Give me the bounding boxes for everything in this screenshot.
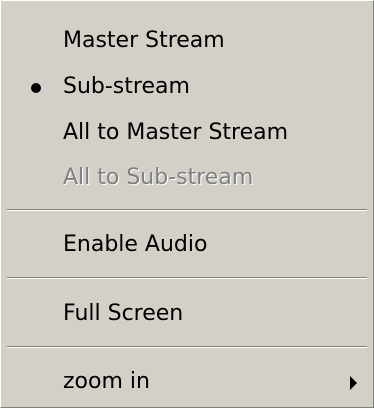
menu-item-label: Sub-stream (63, 74, 190, 99)
menu-item-label: All to Sub-stream (63, 165, 254, 190)
menu-separator (7, 277, 367, 279)
context-menu: Master Stream Sub-stream All to Master S… (0, 0, 374, 408)
menu-item-sub-stream[interactable]: Sub-stream (1, 67, 373, 107)
menu-item-master-stream[interactable]: Master Stream (1, 21, 373, 61)
menu-item-enable-audio[interactable]: Enable Audio (1, 225, 373, 265)
menu-item-all-to-master-stream[interactable]: All to Master Stream (1, 113, 373, 153)
menu-separator (7, 346, 367, 348)
menu-item-label: Master Stream (63, 28, 225, 53)
menu-item-zoom-in[interactable]: zoom in (1, 362, 373, 402)
bullet-icon (31, 83, 41, 93)
menu-item-label: Enable Audio (63, 232, 208, 257)
menu-item-label: zoom in (63, 369, 150, 394)
menu-item-all-to-sub-stream: All to Sub-stream (1, 158, 373, 198)
menu-item-full-screen[interactable]: Full Screen (1, 294, 373, 334)
menu-separator (7, 209, 367, 211)
menu-item-label: Full Screen (63, 301, 184, 326)
menu-item-label: All to Master Stream (63, 120, 289, 145)
submenu-arrow-icon (350, 376, 357, 390)
